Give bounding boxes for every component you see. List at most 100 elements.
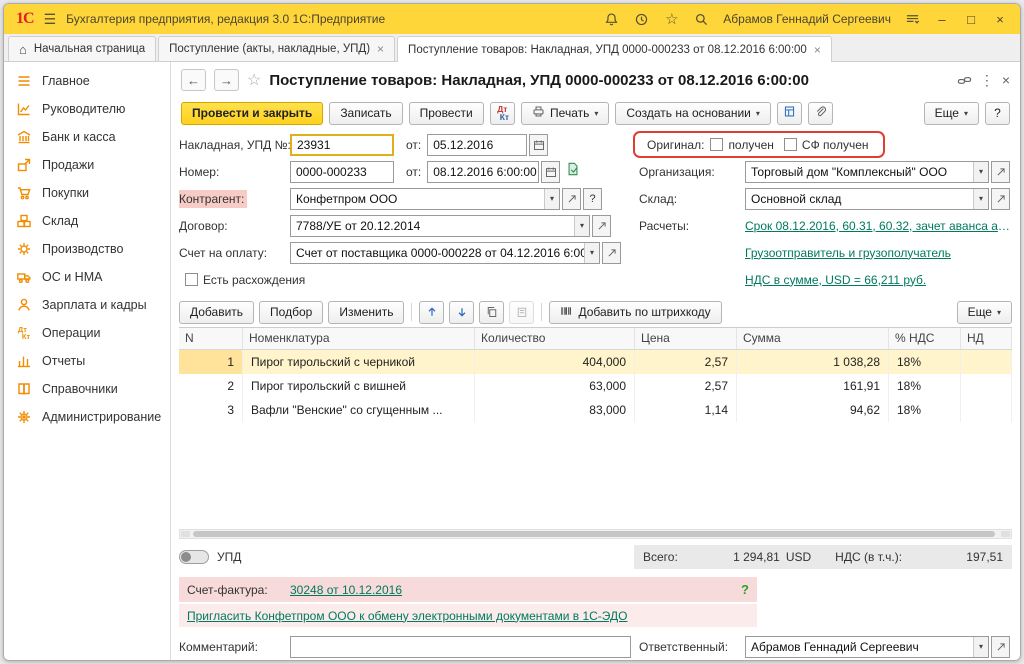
column-header[interactable]: Номенклатура xyxy=(243,328,475,349)
calendar-icon[interactable] xyxy=(541,161,560,183)
cell-vat[interactable]: 18% xyxy=(889,350,961,374)
history-icon[interactable] xyxy=(633,11,650,28)
tab-close-icon[interactable]: × xyxy=(814,43,821,57)
move-row-down-button[interactable] xyxy=(449,301,474,324)
invoice-number-input[interactable]: 23931 xyxy=(290,134,394,156)
kebab-menu-icon[interactable]: ⋮ xyxy=(980,72,994,89)
table-more-button[interactable]: Еще ▾ xyxy=(957,301,1012,324)
back-button[interactable]: ← xyxy=(181,69,206,91)
invoice-help-icon[interactable]: ? xyxy=(741,582,749,597)
cell-extra[interactable] xyxy=(961,374,1012,398)
current-user[interactable]: Абрамов Геннадий Сергеевич xyxy=(723,12,891,26)
sidebar-item-assets[interactable]: ОС и НМА xyxy=(4,263,170,291)
cell-extra[interactable] xyxy=(961,350,1012,374)
cell-n[interactable]: 1 xyxy=(179,350,243,374)
help-button[interactable]: ? xyxy=(985,102,1010,125)
column-header[interactable]: % НДС xyxy=(889,328,961,349)
chevron-down-icon[interactable]: ▾ xyxy=(574,216,589,236)
edo-invite-link[interactable]: Пригласить Конфетпром ООО к обмену элект… xyxy=(187,609,628,623)
notifications-bell-icon[interactable] xyxy=(603,11,620,28)
table-row[interactable]: 2Пирог тирольский с вишней63,0002,57161,… xyxy=(179,374,1012,398)
sidebar-item-admin[interactable]: Администрирование xyxy=(4,403,170,431)
chevron-down-icon[interactable]: ▾ xyxy=(973,162,988,182)
attachments-button[interactable] xyxy=(808,102,833,125)
scroll-left-button[interactable] xyxy=(181,531,190,537)
save-button[interactable]: Записать xyxy=(329,102,402,125)
sidebar-item-purchases[interactable]: Покупки xyxy=(4,179,170,207)
post-button[interactable]: Провести xyxy=(409,102,484,125)
more-button[interactable]: Еще ▾ xyxy=(924,102,979,125)
cell-name[interactable]: Пирог тирольский с черникой xyxy=(243,350,475,374)
cell-qty[interactable]: 63,000 xyxy=(475,374,635,398)
open-item-icon[interactable] xyxy=(592,215,611,237)
cell-sum[interactable]: 94,62 xyxy=(737,398,889,422)
cell-name[interactable]: Вафли "Венские" со сгущенным ... xyxy=(243,398,475,422)
contractor-combo[interactable]: Конфетпром ООО ▾ xyxy=(290,188,560,210)
organization-combo[interactable]: Торговый дом "Комплексный" ООО ▾ xyxy=(745,161,989,183)
cell-n[interactable]: 2 xyxy=(179,374,243,398)
cell-n[interactable]: 3 xyxy=(179,398,243,422)
cell-sum[interactable]: 1 038,28 xyxy=(737,350,889,374)
cell-qty[interactable]: 404,000 xyxy=(475,350,635,374)
sf-received-checkbox[interactable] xyxy=(784,138,797,151)
invoice-date-input[interactable]: 05.12.2016 xyxy=(427,134,527,156)
column-header[interactable]: N xyxy=(179,328,243,349)
warehouse-combo[interactable]: Основной склад ▾ xyxy=(745,188,989,210)
table-row[interactable]: 3Вафли "Венские" со сгущенным ...83,0001… xyxy=(179,398,1012,422)
print-button[interactable]: Печать ▾ xyxy=(521,102,609,125)
sidebar-item-references[interactable]: Справочники xyxy=(4,375,170,403)
sidebar-item-warehouse[interactable]: Склад xyxy=(4,207,170,235)
vat-in-total-link[interactable]: НДС в сумме, USD = 66,211 руб. xyxy=(745,273,926,287)
chevron-down-icon[interactable]: ▾ xyxy=(544,189,559,209)
responsible-combo[interactable]: Абрамов Геннадий Сергеевич ▾ xyxy=(745,636,989,658)
scrollbar-thumb[interactable] xyxy=(193,531,995,537)
post-and-close-button[interactable]: Провести и закрыть xyxy=(181,102,323,125)
open-item-icon[interactable] xyxy=(991,188,1010,210)
tab-close-icon[interactable]: × xyxy=(377,42,384,56)
cell-price[interactable]: 1,14 xyxy=(635,398,737,422)
search-icon[interactable] xyxy=(693,11,710,28)
calendar-icon[interactable] xyxy=(529,134,548,156)
minimize-button[interactable]: – xyxy=(934,12,950,27)
payment-invoice-combo[interactable]: Счет от поставщика 0000-000228 от 04.12.… xyxy=(290,242,600,264)
contract-combo[interactable]: 7788/УЕ от 20.12.2014 ▾ xyxy=(290,215,590,237)
open-item-icon[interactable] xyxy=(602,242,621,264)
chevron-down-icon[interactable]: ▾ xyxy=(973,189,988,209)
create-based-on-button[interactable]: Создать на основании ▾ xyxy=(615,102,771,125)
cell-sum[interactable]: 161,91 xyxy=(737,374,889,398)
shipper-consignee-link[interactable]: Грузоотправитель и грузополучатель xyxy=(745,246,951,260)
number-input[interactable]: 0000-000233 xyxy=(290,161,394,183)
sidebar-item-main[interactable]: Главное xyxy=(4,67,170,95)
column-header[interactable]: Сумма xyxy=(737,328,889,349)
sidebar-item-reports[interactable]: Отчеты xyxy=(4,347,170,375)
upd-toggle[interactable] xyxy=(179,550,209,564)
open-item-icon[interactable] xyxy=(991,636,1010,658)
move-row-up-button[interactable] xyxy=(419,301,444,324)
cell-extra[interactable] xyxy=(961,398,1012,422)
chevron-down-icon[interactable]: ▾ xyxy=(973,637,988,657)
original-received-checkbox[interactable] xyxy=(710,138,723,151)
favorite-star-icon[interactable]: ☆ xyxy=(247,70,261,90)
cell-name[interactable]: Пирог тирольский с вишней xyxy=(243,374,475,398)
service-menu-icon[interactable] xyxy=(904,11,921,28)
close-button[interactable]: × xyxy=(992,12,1008,27)
settlements-link[interactable]: Срок 08.12.2016, 60.31, 60.32, зачет ава… xyxy=(745,219,1010,233)
favorites-star-icon[interactable]: ☆ xyxy=(663,11,680,28)
scroll-right-button[interactable] xyxy=(1001,531,1010,537)
add-row-button[interactable]: Добавить xyxy=(179,301,254,324)
maximize-button[interactable]: □ xyxy=(963,12,979,27)
forward-button[interactable]: → xyxy=(214,69,239,91)
discrepancy-checkbox[interactable] xyxy=(185,273,198,286)
copy-row-button[interactable] xyxy=(479,301,504,324)
sidebar-item-manager[interactable]: Руководителю xyxy=(4,95,170,123)
paste-row-button[interactable] xyxy=(509,301,534,324)
edit-row-button[interactable]: Изменить xyxy=(328,301,404,324)
get-link-icon[interactable] xyxy=(957,73,972,88)
contractor-help-button[interactable]: ? xyxy=(583,188,602,210)
number-date-input[interactable]: 08.12.2016 6:00:00 xyxy=(427,161,539,183)
invoice-link[interactable]: 30248 от 10.12.2016 xyxy=(290,583,402,597)
sidebar-item-operations[interactable]: ДтКтОперации xyxy=(4,319,170,347)
horizontal-scrollbar[interactable] xyxy=(179,529,1012,539)
comment-input[interactable] xyxy=(290,636,631,658)
tab-receipt-document[interactable]: Поступление товаров: Накладная, УПД 0000… xyxy=(397,36,832,62)
